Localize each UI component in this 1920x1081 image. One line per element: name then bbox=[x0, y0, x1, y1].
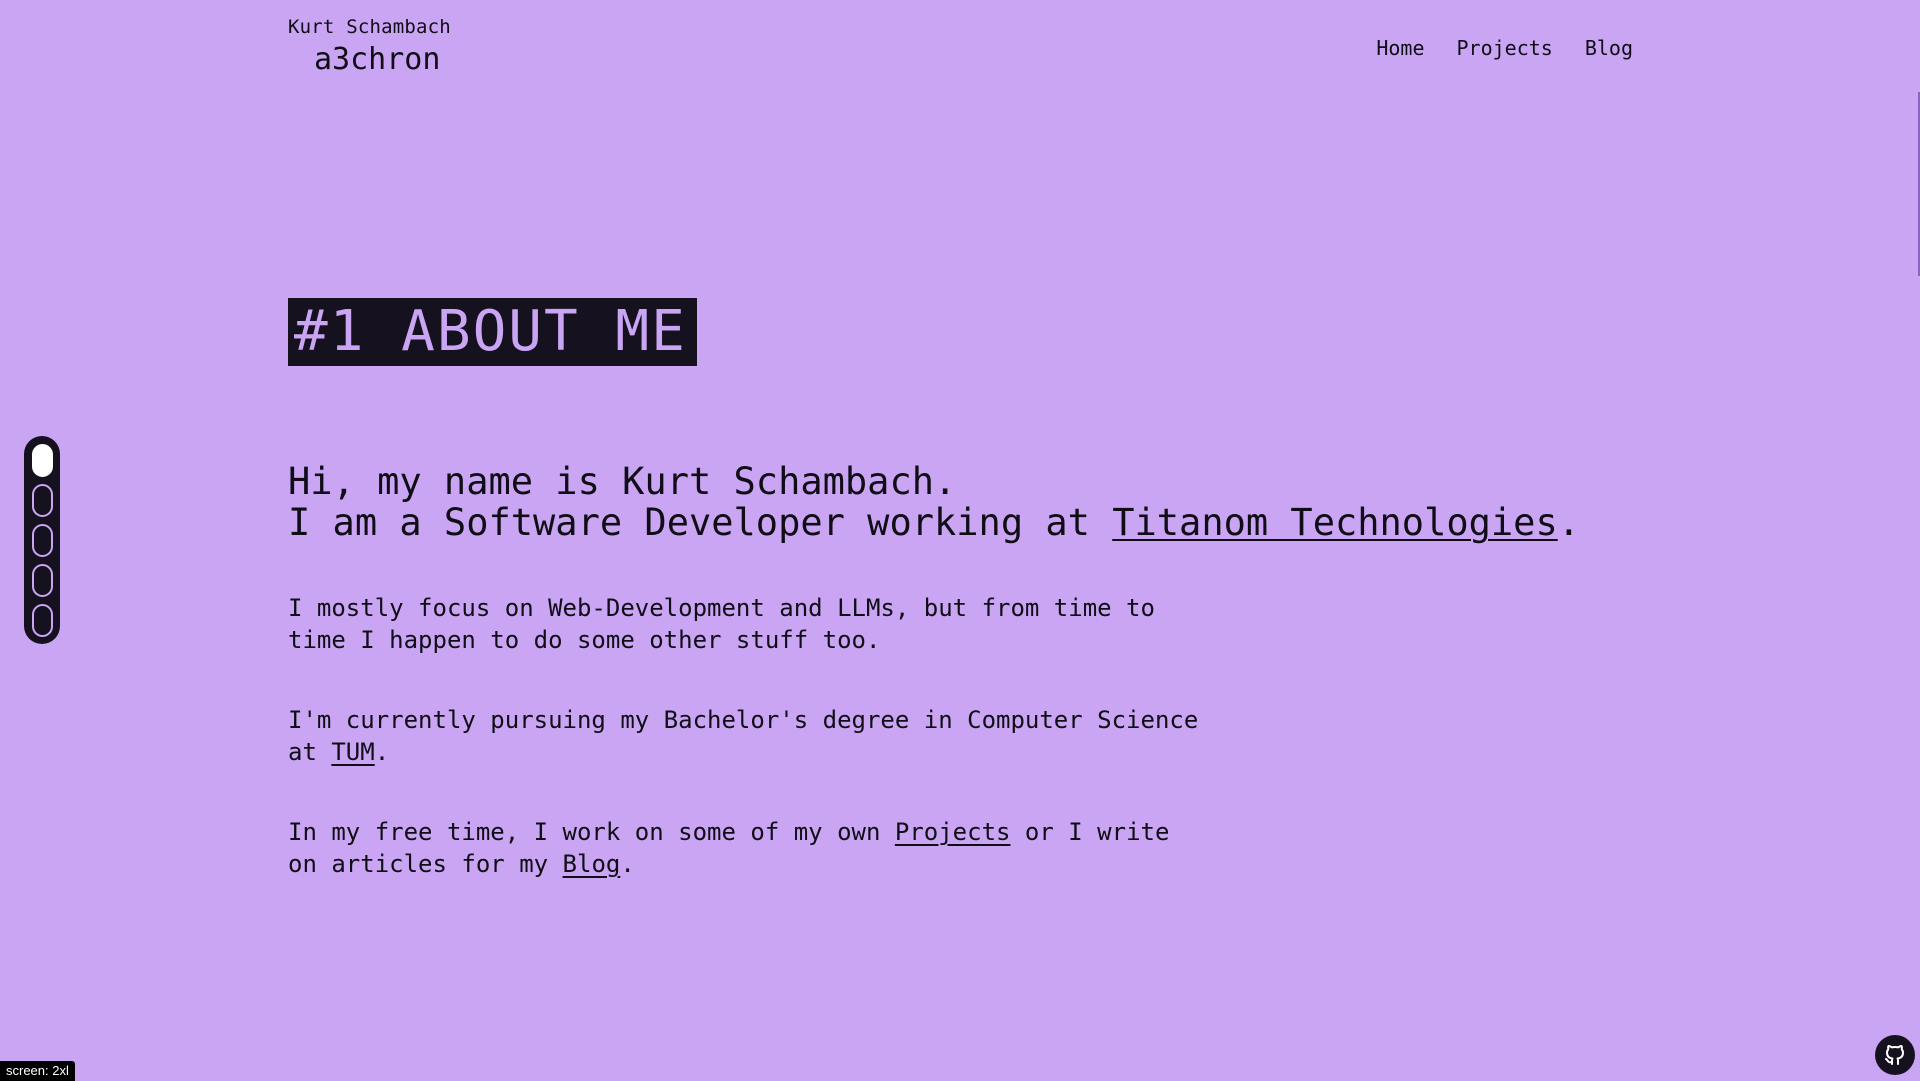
github-icon bbox=[1885, 1045, 1904, 1065]
brand-handle: a3chron bbox=[314, 42, 441, 77]
screen-size-badge: screen: 2xl bbox=[0, 1061, 75, 1081]
employer-link[interactable]: Titanom Technologies bbox=[1112, 501, 1558, 544]
nav-projects-link[interactable]: Projects bbox=[1457, 36, 1553, 60]
brand-name: Kurt Schambach bbox=[288, 16, 451, 38]
intro-line-2-prefix: I am a Software Developer working at bbox=[288, 501, 1113, 544]
main-nav: Home Projects Blog bbox=[1376, 36, 1633, 60]
blog-inline-link[interactable]: Blog bbox=[563, 850, 621, 878]
projects-inline-link[interactable]: Projects bbox=[895, 818, 1011, 846]
brand[interactable]: Kurt Schambach a3chron bbox=[288, 18, 451, 75]
section-nav-dot-3[interactable] bbox=[32, 524, 53, 557]
section-nav-dot-1[interactable] bbox=[32, 444, 53, 477]
free-time-text: In my free time, I work on some of my ow… bbox=[288, 818, 895, 846]
intro-line-2: I am a Software Developer working at Tit… bbox=[288, 502, 1580, 543]
intro-text: Hi, my name is Kurt Schambach. I am a So… bbox=[288, 461, 1580, 543]
free-time-paragraph: In my free time, I work on some of my ow… bbox=[288, 816, 1208, 880]
section-nav-dot-2[interactable] bbox=[32, 484, 53, 517]
intro-line-2-suffix: . bbox=[1557, 501, 1581, 544]
section-navigator bbox=[24, 436, 60, 644]
study-paragraph: I'm currently pursuing my Bachelor's deg… bbox=[288, 704, 1208, 768]
nav-home-link[interactable]: Home bbox=[1376, 36, 1424, 60]
study-suffix: . bbox=[374, 738, 390, 766]
university-link[interactable]: TUM bbox=[331, 738, 374, 766]
intro-line-1: Hi, my name is Kurt Schambach. bbox=[288, 460, 957, 503]
free-time-suffix: . bbox=[620, 850, 635, 878]
study-text: I'm currently pursuing my Bachelor's deg… bbox=[288, 706, 1199, 766]
github-button[interactable] bbox=[1875, 1035, 1915, 1075]
focus-paragraph: I mostly focus on Web-Development and LL… bbox=[288, 594, 1155, 654]
nav-blog-link[interactable]: Blog bbox=[1585, 36, 1633, 60]
section-heading: #1 ABOUT ME bbox=[288, 298, 697, 366]
section-nav-dot-4[interactable] bbox=[32, 564, 53, 597]
section-nav-dot-5[interactable] bbox=[32, 604, 53, 637]
